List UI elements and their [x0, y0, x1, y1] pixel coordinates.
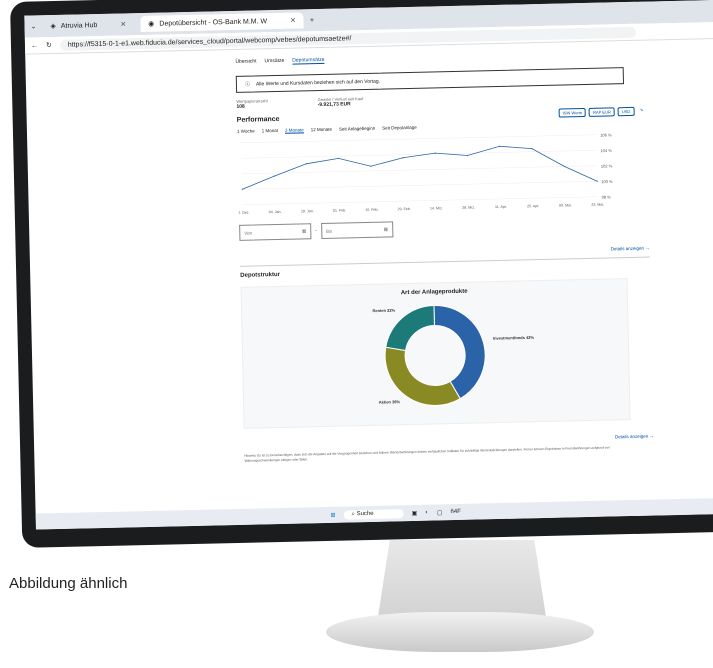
x-tick-label: 29. Feb.	[398, 207, 411, 211]
browser-window: ⌄ ◈ Atruvia Hub ✕ ◉ Depotübersicht - OS-…	[24, 0, 713, 530]
info-icon: ⓘ	[244, 81, 251, 88]
x-tick-label: 11. Apr.	[495, 205, 507, 209]
key-values: Wertpapieranzahl 108 Gewinn / Verlust sei…	[236, 90, 646, 110]
subnav-depotumsaetze[interactable]: Depotumsätze	[292, 56, 325, 65]
caption: Abbildung ähnlich	[9, 575, 128, 592]
kv-count: Wertpapieranzahl 108	[236, 98, 268, 110]
tab-depot[interactable]: ◉ Depotübersicht - OS-Bank M.M. W ✕	[140, 12, 305, 33]
x-tick-label: 14. Mrz.	[430, 206, 443, 210]
x-tick-label: 23. Mai.	[591, 203, 604, 207]
info-box: ⓘ Alle Werte und Kursdaten beziehen sich…	[235, 67, 625, 93]
new-tab-icon[interactable]: +	[310, 17, 314, 24]
site-icon: ◈	[50, 22, 56, 31]
grid-line	[242, 196, 598, 206]
slice-label: Aktien 36%	[379, 399, 401, 404]
subnav-umsaetze[interactable]: Umsätze	[264, 58, 284, 65]
y-tick-label: 104 %	[600, 148, 612, 153]
x-tick-label: 25. Apr.	[527, 204, 539, 208]
tab-label: Depotübersicht - OS-Bank M.M. W	[159, 17, 268, 28]
x-tick-label: 15. Feb.	[365, 208, 378, 212]
date-to-field[interactable]: Bis ▦	[320, 221, 394, 240]
monitor: ⌄ ◈ Atruvia Hub ✕ ◉ Depotübersicht - OS-…	[10, 0, 713, 548]
range-since-start[interactable]: Seit Anlagebeginn	[339, 126, 375, 133]
grid-line	[241, 134, 597, 144]
slice-label: Investmentfonds 42%	[493, 335, 535, 341]
range-12m[interactable]: 12 Monate	[311, 127, 332, 133]
performance-title: Performance	[236, 115, 280, 124]
y-tick-label: 106 %	[600, 132, 612, 137]
performance-chart: 106 % 104 % 102 % 100 % 98 % 20. Dez. 04. Jan.…	[236, 132, 613, 215]
kv-gain: Gewinn / Verlust seit Kauf -9.921,73 EUR	[317, 96, 364, 109]
chevron-down-icon[interactable]: ⌄	[30, 22, 36, 30]
donut-card: Art der Anlageprodukte Investmentfonds 4…	[240, 278, 631, 429]
calendar-icon: ▦	[383, 226, 388, 232]
x-tick-label: 09. Mai.	[559, 203, 572, 207]
range-1w[interactable]: 1 Woche	[237, 128, 255, 134]
x-tick-label: 04. Jan.	[269, 210, 282, 214]
grid-line	[241, 149, 597, 159]
range-since-depot[interactable]: Seit Depotanlage	[382, 125, 417, 132]
range-3m[interactable]: 3 Monate	[284, 127, 304, 134]
calendar-icon: ▦	[301, 228, 307, 234]
y-tick-label: 98 %	[602, 194, 612, 199]
x-tick-label: 20. Dez.	[237, 211, 249, 215]
tab-label: Atruvia Hub	[60, 21, 98, 30]
monitor-base	[326, 612, 594, 652]
y-tick-label: 102 %	[601, 163, 613, 168]
close-icon[interactable]: ✕	[290, 17, 296, 25]
perf-button-1[interactable]: ISIN Werte	[558, 107, 587, 118]
donut-chart: Investmentfonds 42% Aktien 36% Renten 22%	[372, 304, 535, 406]
app-icon[interactable]: ▣	[411, 509, 418, 516]
x-tick-label: 18. Jan.	[301, 209, 314, 213]
app-icon[interactable]: ▢	[437, 509, 443, 516]
performance-buttons: ISIN Werte RAP EUR USD ✎	[558, 106, 647, 118]
edit-icon[interactable]: ✎	[637, 107, 647, 116]
x-tick-label: 28. Mrz.	[462, 205, 475, 209]
range-1m[interactable]: 1 Monat	[262, 128, 278, 134]
slice-label: Renten 22%	[372, 308, 395, 314]
back-icon[interactable]: ←	[31, 42, 38, 49]
reload-icon[interactable]: ↻	[46, 41, 52, 49]
date-range: Von ▦ - Bis ▦	[239, 216, 649, 241]
depotstruktur-title: Depotstruktur	[240, 256, 651, 279]
taskbar-search[interactable]: ⌕ Suche	[343, 508, 404, 520]
info-text: Alle Werte und Kursdaten beziehen sich a…	[255, 78, 381, 87]
taskbar: ⊞ ⌕ Suche ▣ ◐ ▢ ñ4F	[35, 497, 713, 530]
edge-icon[interactable]: ◐	[425, 510, 429, 516]
date-from-field[interactable]: Von ▦	[239, 223, 312, 241]
close-icon[interactable]: ✕	[120, 20, 126, 28]
x-tick-label: 01. Feb.	[333, 208, 346, 212]
perf-button-2[interactable]: RAP EUR	[589, 107, 615, 117]
subnav-uebersicht[interactable]: Übersicht	[235, 58, 256, 65]
y-tick-label: 100 %	[601, 179, 613, 184]
perf-button-3[interactable]: USD	[617, 106, 635, 117]
page-content: Übersicht Umsätze Depotumsätze ⓘ Alle We…	[235, 50, 654, 463]
grid-line	[241, 165, 597, 175]
sub-navigation: Übersicht Umsätze Depotumsätze	[235, 50, 645, 66]
site-icon: ◉	[148, 20, 155, 28]
tab-atruvia[interactable]: ◈ Atruvia Hub ✕	[42, 16, 134, 34]
donut-slice	[384, 346, 461, 406]
windows-icon[interactable]: ⊞	[330, 511, 335, 518]
taskbar-hint: ñ4F	[450, 508, 461, 516]
grid-line	[242, 180, 598, 190]
footnote: Hinweis: Es ist zu berücksichtigen, dass…	[244, 445, 610, 463]
